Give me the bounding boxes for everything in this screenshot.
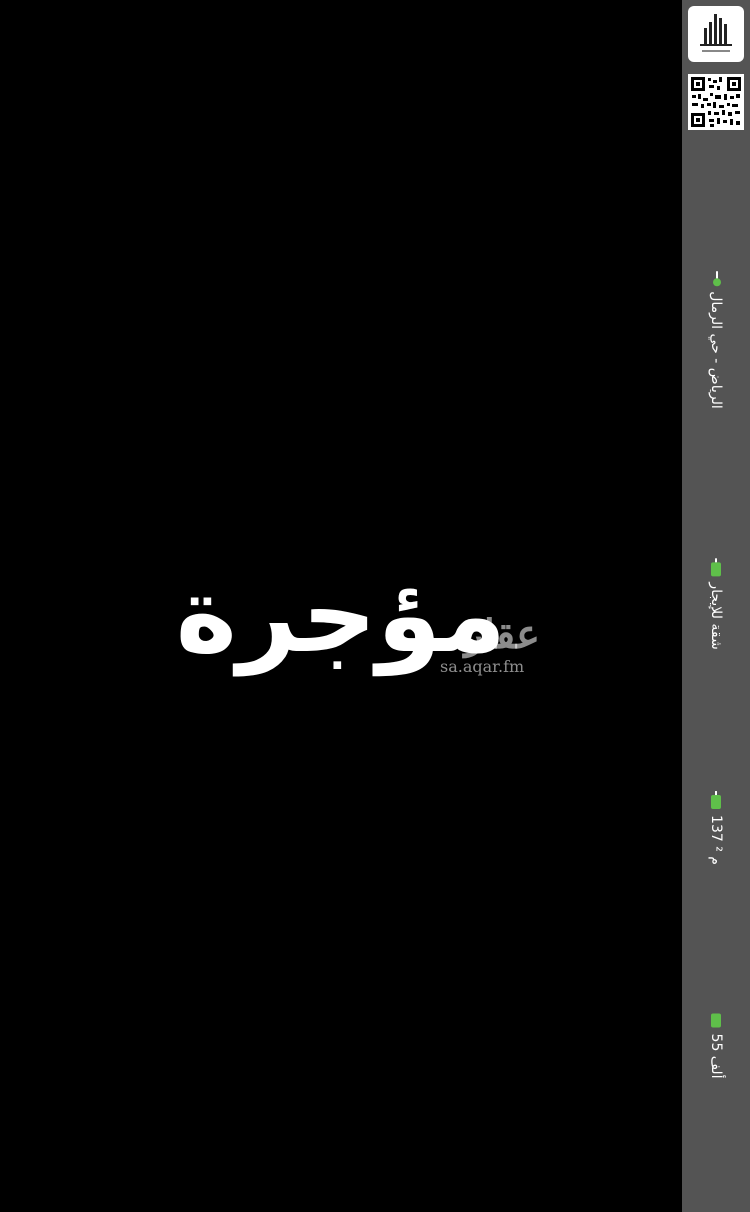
building-logo-icon bbox=[688, 6, 744, 62]
listing-image: مؤجرة عقار sa.aqar.fm bbox=[0, 0, 682, 1212]
qr-code-icon[interactable] bbox=[688, 74, 744, 130]
aqar-watermark: عقار sa.aqar.fm bbox=[440, 611, 542, 686]
location-text: الرياض - حي الرمال bbox=[708, 291, 724, 409]
price-icon bbox=[711, 1013, 721, 1028]
listing-sidebar: الرياض - حي الرمال شقة للإيجار 137 م ² 5… bbox=[682, 0, 750, 1212]
rented-label: مؤجرة bbox=[175, 554, 507, 676]
location-pin-icon bbox=[711, 271, 721, 285]
property-type-icon bbox=[711, 562, 721, 577]
price-text: 55 ألف bbox=[708, 1033, 724, 1079]
watermark-logo: عقار bbox=[464, 611, 542, 658]
property-type-text: شقة للإيجار bbox=[708, 582, 724, 650]
watermark-url: sa.aqar.fm bbox=[440, 657, 525, 676]
area-text: 137 م ² bbox=[708, 815, 724, 865]
area-icon bbox=[711, 795, 721, 810]
